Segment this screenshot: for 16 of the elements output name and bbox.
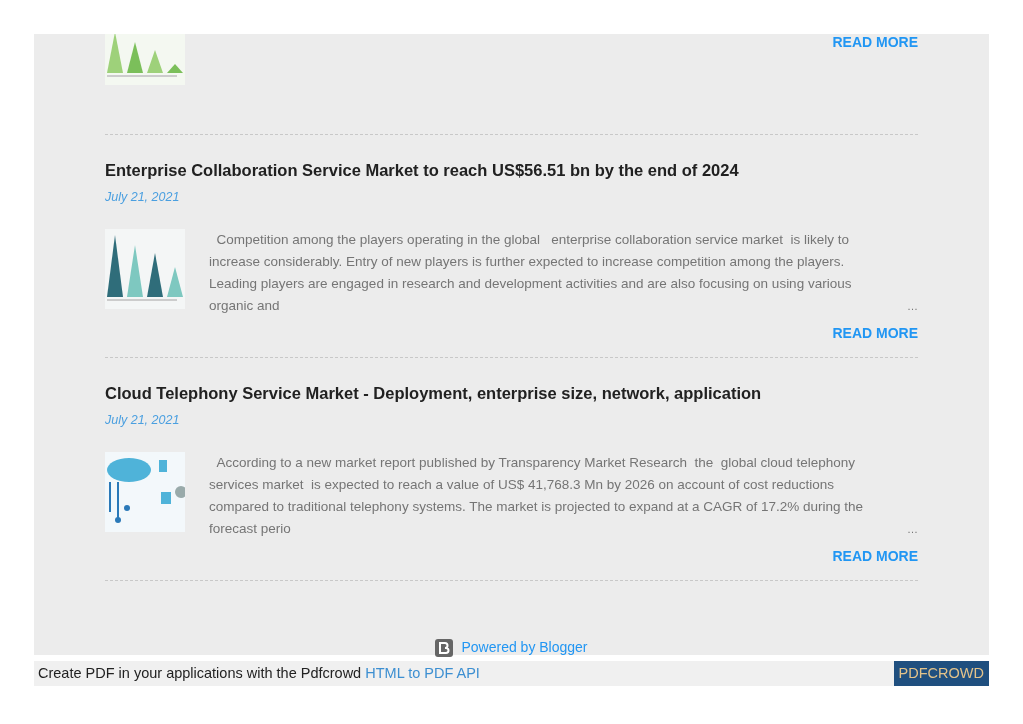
post-title: Enterprise Collaboration Service Market to reach US$56.51 bn by the end of 2024 xyxy=(105,160,740,181)
post-excerpt: Competition among the players operating in the global enterprise collaboration service market is likely to increase considerably. Entry of new players is further expected to increase competition among the players. Leading players are engaged in research and development activities and are also focusing on using various organic and xyxy=(209,231,853,315)
read-more-link[interactable]: READ MORE xyxy=(832,34,918,86)
post-title: Cloud Telephony Service Market - Deployment, enterprise size, network, application xyxy=(105,383,763,404)
html-to-pdf-link[interactable]: HTML to PDF API xyxy=(365,664,480,681)
post-excerpt: According to a new market report published by Transparency Market Research the global cloud telephony services market is expected to reach a value of US$ 41,768.3 Mn by 2026 on account of cost reductions compared to traditional telephony systems. The market is projected to expand at a CAGR of 17.2% during the forecast perio xyxy=(209,454,865,538)
pdfcrowd-button[interactable]: PDFCROWD xyxy=(893,661,989,686)
pdf-promo-text: Create PDF in your applications with the Pdfcrowd HTML to PDF API xyxy=(38,663,480,683)
post-date: July 21, 2021 xyxy=(105,412,181,428)
blogger-logo-icon xyxy=(435,638,454,657)
ellipsis-text: … xyxy=(906,522,918,537)
powered-by-link[interactable]: Powered by Blogger xyxy=(461,637,588,658)
read-more-link[interactable]: READ MORE xyxy=(832,325,918,341)
read-more-link[interactable]: READ MORE xyxy=(832,548,918,564)
post-date: July 21, 2021 xyxy=(105,189,181,205)
ellipsis-text: … xyxy=(906,299,918,314)
